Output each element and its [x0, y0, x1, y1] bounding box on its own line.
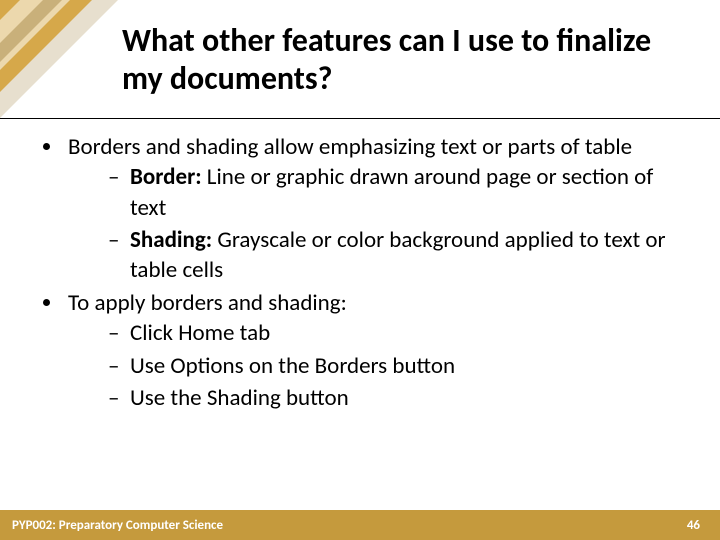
list-item: Use Options on the Borders button: [108, 351, 690, 381]
bullet-list: Borders and shading allow emphasizing te…: [64, 132, 690, 413]
slide-title: What other features can I use to finaliz…: [122, 22, 682, 98]
slide: What other features can I use to finaliz…: [0, 0, 720, 540]
content-area: Borders and shading allow emphasizing te…: [40, 132, 690, 415]
bullet-text: Borders and shading allow emphasizing te…: [68, 133, 632, 161]
footer-page-number: 46: [687, 518, 700, 533]
title-block: What other features can I use to finaliz…: [122, 22, 682, 98]
corner-decor: [0, 0, 118, 118]
bullet-text: Use Options on the Borders button: [130, 352, 455, 380]
title-underline: [0, 118, 720, 119]
list-item: Use the Shading button: [108, 383, 690, 413]
list-item: Click Home tab: [108, 318, 690, 348]
bullet-text: To apply borders and shading:: [68, 289, 347, 317]
bullet-text: Use the Shading button: [130, 384, 349, 412]
list-item: To apply borders and shading: Click Home…: [64, 288, 690, 413]
footer-course: PYP002: Preparatory Computer Science: [12, 518, 223, 533]
bullet-text: Line or graphic drawn around page or sec…: [130, 163, 653, 221]
bullet-text: Click Home tab: [130, 319, 270, 347]
list-item: Shading: Grayscale or color background a…: [108, 225, 690, 286]
term-label: Shading:: [130, 226, 212, 254]
list-item: Borders and shading allow emphasizing te…: [64, 132, 690, 286]
footer-bar: PYP002: Preparatory Computer Science 46: [0, 510, 720, 540]
list-item: Border: Line or graphic drawn around pag…: [108, 162, 690, 223]
term-label: Border:: [130, 163, 202, 191]
